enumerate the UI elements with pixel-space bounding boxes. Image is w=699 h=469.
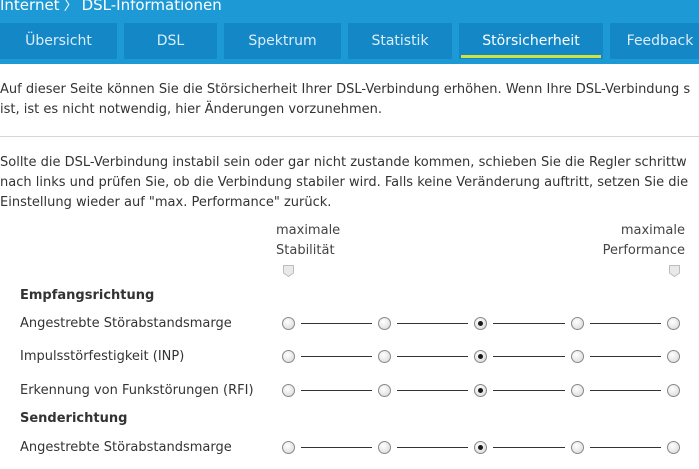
divider — [0, 136, 699, 137]
instruction-line: Einstellung wieder auf "max. Performance… — [0, 195, 332, 210]
instruction-line: nach links und prüfen Sie, ob die Verbin… — [0, 175, 689, 190]
slider-step-radio[interactable] — [474, 350, 487, 363]
intro-line: Auf dieser Seite können Sie die Störsich… — [0, 82, 691, 97]
tab-label: DSL — [156, 33, 185, 49]
slider-track — [493, 390, 565, 391]
tab-label: Statistik — [371, 33, 429, 49]
tab-label: Feedback — [626, 33, 694, 49]
slider-track — [590, 356, 661, 357]
slider-snr-receive[interactable] — [282, 316, 682, 332]
tab-bar: Übersicht DSL Spektrum Statistik Störsic… — [0, 23, 699, 59]
slider-step-radio[interactable] — [571, 317, 584, 330]
scale-left-line: Stabilität — [276, 243, 335, 258]
tab-spektrum[interactable]: Spektrum — [224, 23, 341, 59]
scale-right-line: Performance — [602, 243, 685, 258]
tab-stoersicherheit[interactable]: Störsicherheit — [459, 23, 603, 59]
slider-step-radio[interactable] — [378, 384, 391, 397]
tab-label: Übersicht — [25, 33, 92, 49]
slider-track — [397, 447, 468, 448]
row-label-inp: Impulsstörfestigkeit (INP) — [20, 349, 185, 364]
slider-track — [301, 356, 372, 357]
row-label-snr-receive: Angestrebte Störabstandsmarge — [20, 316, 232, 331]
slider-step-radio[interactable] — [571, 384, 584, 397]
tab-label: Störsicherheit — [482, 33, 580, 49]
slider-track — [397, 323, 468, 324]
slider-track — [590, 323, 661, 324]
scale-left-line: maximale — [276, 223, 341, 238]
slider-step-radio[interactable] — [474, 384, 487, 397]
breadcrumb: Internet 〉 DSL-Informationen — [0, 0, 222, 16]
slider-step-radio[interactable] — [474, 441, 487, 454]
slider-step-radio[interactable] — [282, 317, 295, 330]
tab-uebersicht[interactable]: Übersicht — [0, 23, 117, 59]
tab-dsl[interactable]: DSL — [124, 23, 217, 59]
section-title-receive: Empfangsrichtung — [20, 288, 155, 303]
slider-step-radio[interactable] — [571, 441, 584, 454]
scale-right-line: maximale — [620, 223, 685, 238]
scale-left-label: maximale Stabilität — [276, 221, 340, 261]
header-bar: Internet 〉 DSL-Informationen Übersicht D… — [0, 0, 699, 64]
section-title-send: Senderichtung — [20, 411, 128, 426]
tab-feedback[interactable]: Feedback — [610, 23, 699, 59]
row-label-snr-send: Angestrebte Störabstandsmarge — [20, 440, 232, 455]
row-label-rfi: Erkennung von Funkstörungen (RFI) — [20, 383, 254, 398]
slider-step-radio[interactable] — [667, 350, 680, 363]
slider-track — [397, 356, 468, 357]
slider-step-radio[interactable] — [667, 317, 680, 330]
slider-inp[interactable] — [282, 349, 682, 365]
intro-text: Auf dieser Seite können Sie die Störsich… — [0, 80, 699, 120]
slider-step-radio[interactable] — [378, 317, 391, 330]
breadcrumb-root[interactable]: Internet — [0, 0, 60, 14]
scale-right-label: maximale Performance — [603, 221, 685, 261]
chevron-right-icon: 〉 — [63, 0, 78, 14]
slider-track — [493, 447, 565, 448]
instruction-text: Sollte die DSL-Verbindung instabil sein … — [0, 153, 699, 213]
instruction-line: Sollte die DSL-Verbindung instabil sein … — [0, 155, 687, 170]
slider-track — [301, 323, 372, 324]
slider-track — [590, 447, 661, 448]
breadcrumb-current: DSL-Informationen — [81, 0, 222, 14]
slider-step-radio[interactable] — [282, 350, 295, 363]
slider-track — [493, 323, 565, 324]
slider-step-radio[interactable] — [571, 350, 584, 363]
tab-statistik[interactable]: Statistik — [348, 23, 452, 59]
slider-step-radio[interactable] — [378, 441, 391, 454]
slider-track — [493, 356, 565, 357]
scale-marker-icon — [283, 265, 294, 277]
slider-rfi[interactable] — [282, 383, 682, 399]
tab-label: Spektrum — [248, 33, 317, 49]
slider-step-radio[interactable] — [667, 384, 680, 397]
slider-step-radio[interactable] — [378, 350, 391, 363]
slider-step-radio[interactable] — [282, 441, 295, 454]
intro-line: ist, ist es nicht notwendig, hier Änderu… — [0, 102, 382, 117]
slider-track — [397, 390, 468, 391]
slider-track — [301, 390, 372, 391]
slider-snr-send[interactable] — [282, 440, 682, 456]
slider-track — [301, 447, 372, 448]
slider-step-radio[interactable] — [667, 441, 680, 454]
slider-step-radio[interactable] — [282, 384, 295, 397]
slider-step-radio[interactable] — [474, 317, 487, 330]
slider-track — [590, 390, 661, 391]
scale-marker-icon — [669, 265, 680, 277]
